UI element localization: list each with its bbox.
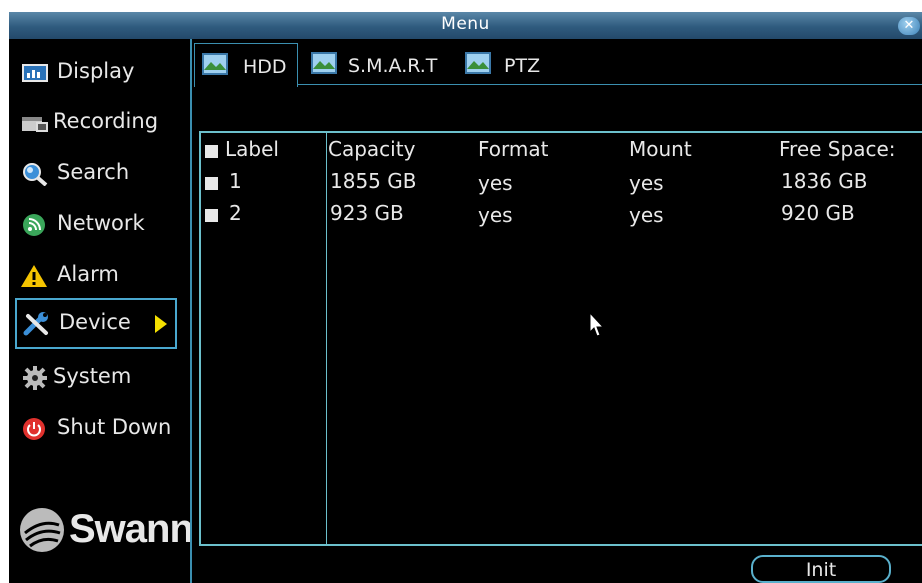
recording-icon [22, 117, 48, 132]
sidebar-divider [190, 39, 192, 583]
tab-smart[interactable]: S.M.A.R.T [304, 43, 454, 87]
column-header-label: Label [225, 137, 279, 161]
row-label: 1 [229, 169, 242, 193]
row-capacity: 923 GB [330, 201, 404, 225]
display-icon [22, 64, 48, 82]
row-checkbox[interactable] [205, 209, 218, 222]
row-label: 2 [229, 201, 242, 225]
sidebar-item-alarm[interactable]: Alarm [15, 254, 177, 298]
mouse-cursor-icon [589, 312, 605, 337]
row-format: yes [478, 171, 513, 195]
column-header-capacity: Capacity [328, 137, 416, 161]
sidebar-item-label: Shut Down [57, 415, 172, 439]
sidebar-item-label: Display [57, 59, 135, 83]
sidebar-item-system[interactable]: System [15, 356, 177, 400]
tab-bar: HDD S.M.A.R.T PTZ [194, 41, 922, 87]
tab-label: PTZ [504, 55, 541, 77]
column-divider [326, 133, 327, 546]
row-format: yes [478, 203, 513, 227]
init-button[interactable]: Init [751, 555, 891, 583]
sidebar: Display Recording Search Network Alarm D… [9, 39, 194, 583]
tab-hdd[interactable]: HDD [194, 43, 298, 87]
system-icon [23, 366, 47, 390]
row-mount: yes [629, 171, 664, 195]
sidebar-item-label: Alarm [57, 262, 119, 286]
sidebar-item-recording[interactable]: Recording [15, 101, 177, 145]
hdd-table: Label Capacity Format Mount Free Space: … [199, 131, 922, 546]
alarm-icon [21, 265, 47, 287]
column-header-format: Format [478, 137, 549, 161]
row-mount: yes [629, 203, 664, 227]
swann-logo-icon [20, 508, 64, 552]
power-icon [23, 418, 45, 440]
title-bar: Menu ✕ [9, 12, 922, 39]
row-free-space: 1836 GB [781, 169, 868, 193]
select-all-checkbox[interactable] [205, 145, 218, 158]
sidebar-item-device[interactable]: Device [15, 298, 177, 349]
network-icon [23, 214, 45, 236]
sidebar-item-search[interactable]: Search [15, 152, 177, 196]
tab-ptz[interactable]: PTZ [458, 43, 548, 87]
swann-logo-text: Swann [69, 507, 194, 551]
row-capacity: 1855 GB [330, 169, 417, 193]
search-icon [23, 163, 48, 186]
column-header-free-space: Free Space: [779, 137, 896, 161]
hdd-tab-icon [202, 53, 228, 75]
tab-label: S.M.A.R.T [348, 55, 438, 77]
tab-underline [298, 84, 922, 85]
close-icon[interactable]: ✕ [898, 17, 920, 35]
selected-arrow-icon [155, 315, 167, 333]
smart-tab-icon [311, 52, 337, 74]
swann-logo: Swann [13, 501, 194, 561]
tab-label: HDD [243, 56, 287, 78]
sidebar-item-label: Search [57, 160, 130, 184]
device-icon [23, 312, 48, 336]
sidebar-item-network[interactable]: Network [15, 203, 177, 247]
sidebar-item-display[interactable]: Display [15, 51, 177, 95]
sidebar-item-shutdown[interactable]: Shut Down [15, 407, 177, 451]
sidebar-item-label: Device [59, 310, 131, 334]
sidebar-item-label: Recording [53, 109, 159, 133]
window-title: Menu [441, 14, 490, 34]
row-free-space: 920 GB [781, 201, 855, 225]
sidebar-item-label: System [53, 364, 132, 388]
menu-window: Menu ✕ Display Recording Search Network … [9, 12, 922, 583]
column-header-mount: Mount [629, 137, 692, 161]
ptz-tab-icon [465, 52, 491, 74]
row-checkbox[interactable] [205, 177, 218, 190]
sidebar-item-label: Network [57, 211, 145, 235]
